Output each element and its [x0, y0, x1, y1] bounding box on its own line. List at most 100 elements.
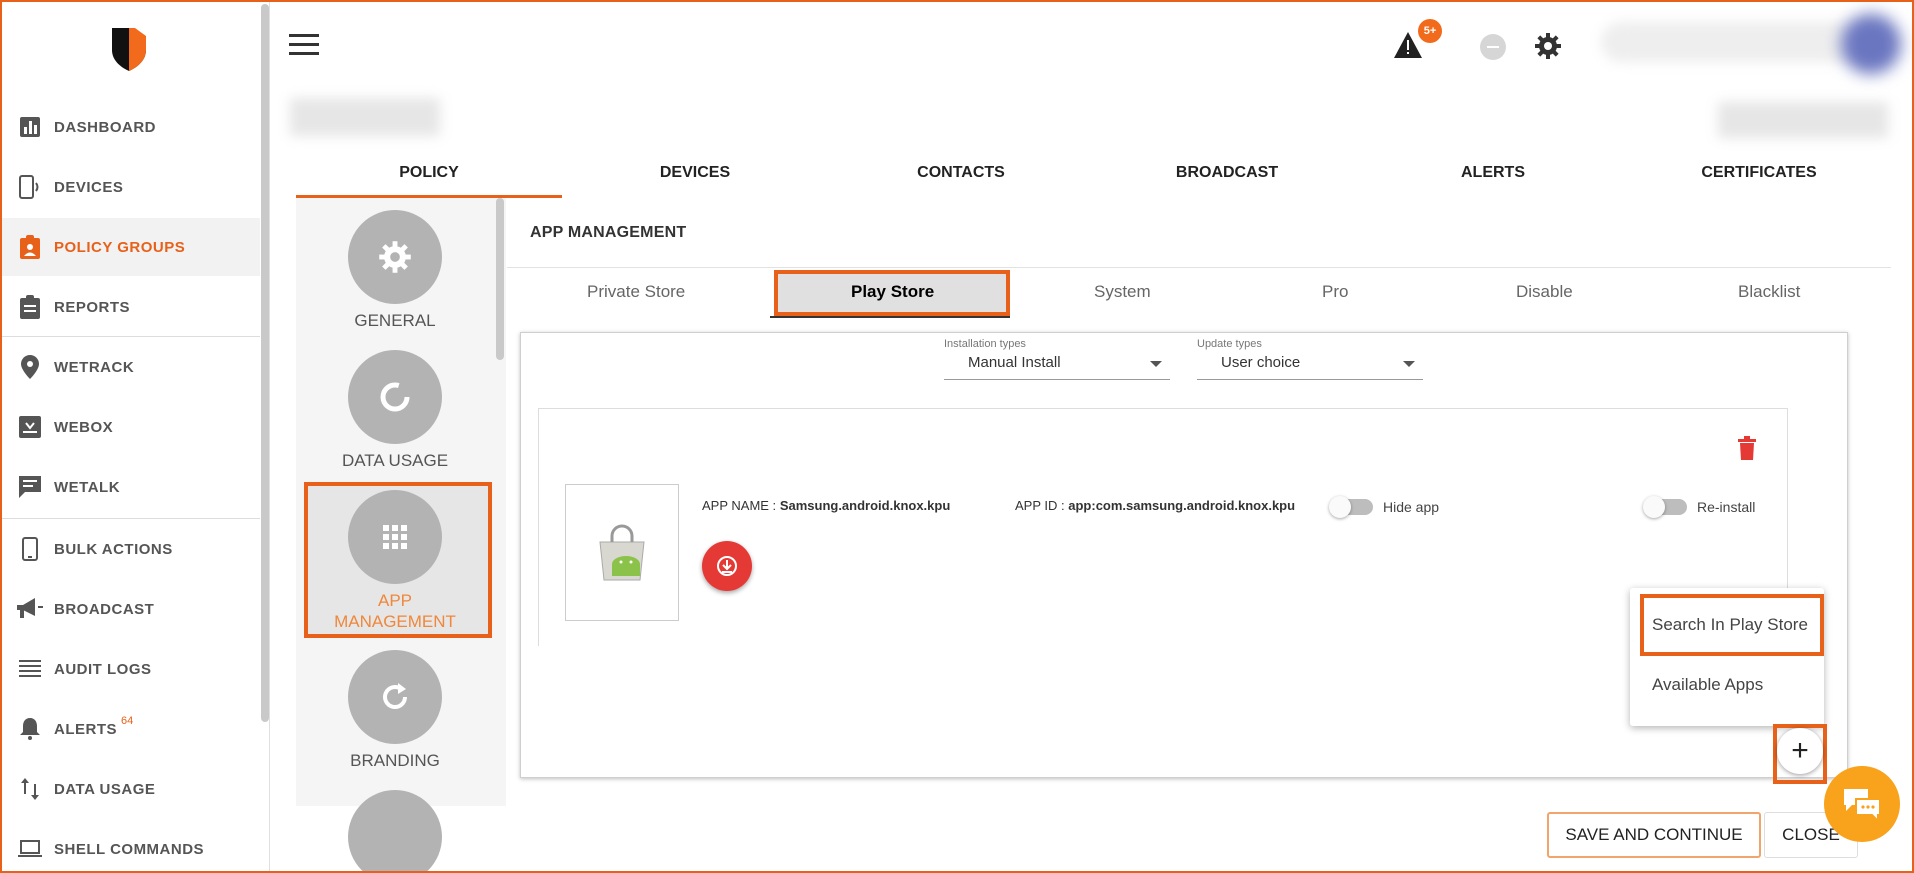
installation-types-label: Installation types: [944, 338, 1026, 350]
policy-section-app-management[interactable]: APP MANAGEMENT: [296, 490, 494, 632]
subtab-system[interactable]: System: [1094, 282, 1151, 302]
delete-trash-icon[interactable]: [1738, 436, 1756, 460]
chat-support-button[interactable]: [1824, 766, 1900, 842]
tab-devices[interactable]: DEVICES: [562, 155, 828, 198]
divider: [507, 267, 1891, 268]
menu-hamburger-icon[interactable]: [289, 34, 319, 56]
subtab-pro[interactable]: Pro: [1322, 282, 1348, 302]
report-icon: [16, 293, 44, 321]
policy-section-next[interactable]: [296, 790, 494, 873]
sidebar-item-devices[interactable]: DEVICES: [2, 158, 260, 216]
sidebar-scrollbar[interactable]: [261, 4, 269, 722]
sidebar-item-data-usage[interactable]: DATA USAGE: [2, 760, 260, 818]
sidebar-item-policy-groups[interactable]: POLICY GROUPS: [2, 218, 260, 276]
bell-icon: [16, 715, 44, 743]
sidebar-item-webox[interactable]: WEBOX: [2, 398, 260, 456]
update-types-select[interactable]: Update types User choice: [1197, 338, 1423, 380]
divider: [2, 336, 260, 337]
sidebar-item-label: WEBOX: [54, 418, 114, 436]
policy-section-circle: [348, 350, 442, 444]
gear-icon: [379, 241, 411, 273]
menu-item-available-apps[interactable]: Available Apps: [1630, 662, 1824, 708]
app-card: [538, 408, 1788, 646]
sidebar-item-audit-logs[interactable]: AUDIT LOGS: [2, 640, 260, 698]
app-id-value: app:com.samsung.android.knox.kpu: [1068, 498, 1296, 513]
installation-types-select[interactable]: Installation types Manual Install: [944, 338, 1170, 380]
settings-gear-icon[interactable]: [1534, 32, 1562, 60]
phone-icon: [16, 535, 44, 563]
sidebar-item-wetrack[interactable]: WETRACK: [2, 338, 260, 396]
sidebar-item-label: DEVICES: [54, 178, 124, 196]
logo-icon: [112, 28, 146, 71]
tab-broadcast[interactable]: BROADCAST: [1094, 155, 1360, 198]
policy-section-circle: [348, 650, 442, 744]
reinstall-toggle[interactable]: [1643, 496, 1687, 518]
sidebar-item-label: BULK ACTIONS: [54, 540, 173, 558]
add-app-button[interactable]: +: [1777, 728, 1823, 774]
sidebar-item-alerts[interactable]: ALERTS 64: [2, 700, 260, 758]
sidebar-item-dashboard[interactable]: DASHBOARD: [2, 98, 260, 156]
subtab-disable[interactable]: Disable: [1516, 282, 1573, 302]
play-store-underline: [770, 316, 1010, 318]
status-minus-icon[interactable]: [1480, 34, 1506, 60]
sidebar-item-wetalk[interactable]: WETALK: [2, 458, 260, 516]
sidebar-item-label: WETRACK: [54, 358, 135, 376]
app-id-label: APP ID :: [1015, 498, 1065, 513]
sidebar-item-label: SHELL COMMANDS: [54, 840, 205, 858]
sidebar-item-label: BROADCAST: [54, 600, 155, 618]
inbox-icon: [16, 413, 44, 441]
update-types-value[interactable]: User choice: [1197, 354, 1423, 380]
sidebar-item-shell-commands[interactable]: SHELL COMMANDS: [2, 820, 260, 873]
sidebar-item-label: POLICY GROUPS: [54, 238, 186, 256]
policy-section-label: BRANDING: [350, 751, 440, 770]
hide-app-toggle[interactable]: [1329, 496, 1373, 518]
policy-section-branding[interactable]: BRANDING: [296, 650, 494, 771]
policy-section-general[interactable]: GENERAL: [296, 210, 494, 331]
policy-section-circle: [348, 790, 442, 873]
policy-section-circle: [348, 210, 442, 304]
subtab-private-store[interactable]: Private Store: [587, 282, 685, 302]
update-types-label: Update types: [1197, 338, 1262, 350]
avatar[interactable]: [1841, 14, 1901, 74]
hide-app-label: Hide app: [1383, 499, 1440, 515]
search-play-store-highlight: [1640, 594, 1824, 656]
section-title: APP MANAGEMENT: [530, 224, 687, 241]
policy-panel-scrollbar[interactable]: [496, 198, 504, 360]
subtab-play-store[interactable]: Play Store: [851, 282, 934, 302]
policy-section-circle: [348, 490, 442, 584]
sidebar-item-bulk-actions[interactable]: BULK ACTIONS: [2, 520, 260, 578]
save-and-continue-button[interactable]: SAVE AND CONTINUE: [1547, 812, 1761, 858]
arrows-updown-icon: [16, 775, 44, 803]
tab-alerts[interactable]: ALERTS: [1360, 155, 1626, 198]
app-name: APP NAME : Samsung.android.knox.kpu: [702, 498, 950, 513]
laptop-icon: [16, 835, 44, 863]
location-pin-icon: [16, 353, 44, 381]
alert-count-badge: 5+: [1418, 19, 1442, 43]
divider: [2, 518, 260, 519]
sidebar-item-reports[interactable]: REPORTS: [2, 278, 260, 336]
download-button[interactable]: [702, 541, 752, 591]
bar-chart-icon: [16, 113, 44, 141]
grid-icon: [383, 525, 407, 549]
tab-certificates[interactable]: CERTIFICATES: [1626, 155, 1892, 198]
chat-bubble-icon: [1844, 789, 1881, 821]
policy-section-data-usage[interactable]: DATA USAGE: [296, 350, 494, 471]
android-bag-icon: [599, 524, 645, 580]
tab-policy[interactable]: POLICY: [296, 155, 562, 198]
app-icon-box: [565, 484, 679, 621]
installation-types-value[interactable]: Manual Install: [944, 354, 1170, 380]
main-tabs: POLICY DEVICES CONTACTS BROADCAST ALERTS…: [296, 155, 1892, 198]
sidebar: DASHBOARD DEVICES POLICY GROUPS REPORTS …: [2, 2, 270, 871]
blurred-policy-title: [290, 98, 440, 136]
subtab-blacklist[interactable]: Blacklist: [1738, 282, 1800, 302]
sidebar-item-label: AUDIT LOGS: [54, 660, 152, 678]
warning-icon[interactable]: [1394, 32, 1422, 58]
sidebar-item-broadcast[interactable]: BROADCAST: [2, 580, 260, 638]
topbar: 5+: [271, 2, 1912, 82]
app-name-label: APP NAME :: [702, 498, 777, 513]
alerts-count-badge: 64: [121, 715, 134, 727]
sidebar-item-label: DATA USAGE: [54, 780, 156, 798]
blurred-info: [1718, 102, 1888, 138]
chat-icon: [16, 473, 44, 501]
tab-contacts[interactable]: CONTACTS: [828, 155, 1094, 198]
